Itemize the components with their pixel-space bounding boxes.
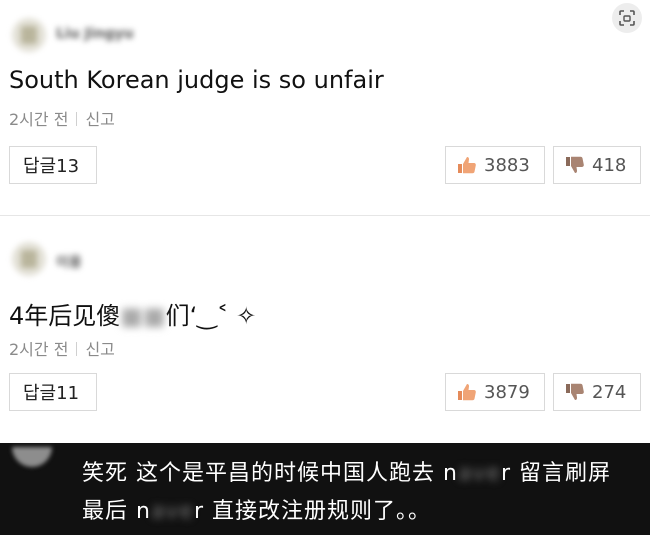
like-count: 3883 — [484, 154, 530, 176]
thumbs-up-icon — [458, 157, 476, 174]
reply-button-label: 답글11 — [23, 383, 80, 404]
caption-text: 最后 n — [82, 499, 151, 524]
comment-time: 2시간 전 — [9, 340, 69, 359]
caption-blurred: ave — [457, 461, 501, 486]
avatar[interactable] — [12, 18, 46, 52]
dislike-button[interactable]: 274 — [553, 373, 641, 411]
comment-username[interactable]: Liu Jingyu — [56, 26, 134, 44]
like-button[interactable]: 3883 — [445, 146, 545, 184]
avatar[interactable] — [12, 242, 46, 276]
meta-divider — [76, 342, 78, 356]
caption-text: 笑死 这个是平昌的时候中国人跑去 n — [82, 461, 458, 486]
like-count: 3879 — [484, 381, 530, 403]
caption-emoji-icon — [12, 447, 52, 467]
comment-item: Liu Jingyu South Korean judge is so unfa… — [0, 0, 650, 215]
caption-line-1: 笑死 这个是平昌的时候中国人跑去 naver 留言刷屏 — [82, 455, 611, 487]
caption-text: r 留言刷屏 — [500, 461, 612, 486]
report-link[interactable]: 신고 — [85, 110, 114, 129]
thumbs-down-icon — [566, 383, 584, 400]
comment-meta: 2시간 전 신고 — [9, 106, 115, 130]
comment-text-part: 4年后见傻 — [9, 302, 121, 330]
comment-meta: 2시간 전 신고 — [9, 336, 115, 360]
thumbs-up-icon — [458, 384, 476, 401]
dislike-button[interactable]: 418 — [553, 146, 641, 184]
caption-blurred: ave — [150, 499, 194, 524]
comment-text-blurred: ■■ — [120, 302, 166, 330]
reply-button-label: 답글13 — [23, 156, 80, 177]
reply-button[interactable]: 답글13 — [9, 146, 97, 184]
comment-text: South Korean judge is so unfair — [9, 66, 384, 94]
caption-line-2: 最后 naver 直接改注册规则了。。 — [82, 493, 431, 525]
reply-button[interactable]: 답글11 — [9, 373, 97, 411]
comment-item: 이용 4年后见傻■■们‘‿˂ ✧ 2시간 전 신고 답글11 3879 274 — [0, 216, 650, 441]
dislike-count: 274 — [592, 381, 627, 403]
report-link[interactable]: 신고 — [85, 340, 114, 359]
comment-text: 4年后见傻■■们‘‿˂ ✧ — [9, 296, 256, 331]
dislike-count: 418 — [592, 154, 627, 176]
thumbs-down-icon — [566, 156, 584, 173]
like-button[interactable]: 3879 — [445, 373, 545, 411]
comment-time: 2시간 전 — [9, 110, 69, 129]
video-caption: 笑死 这个是平昌的时候中国人跑去 naver 留言刷屏 最后 naver 直接改… — [0, 443, 650, 535]
comment-text-part: 们‘‿˂ ✧ — [165, 302, 257, 330]
meta-divider — [76, 112, 78, 126]
comment-username[interactable]: 이용 — [56, 252, 82, 271]
caption-text: r 直接改注册规则了。。 — [193, 499, 432, 524]
